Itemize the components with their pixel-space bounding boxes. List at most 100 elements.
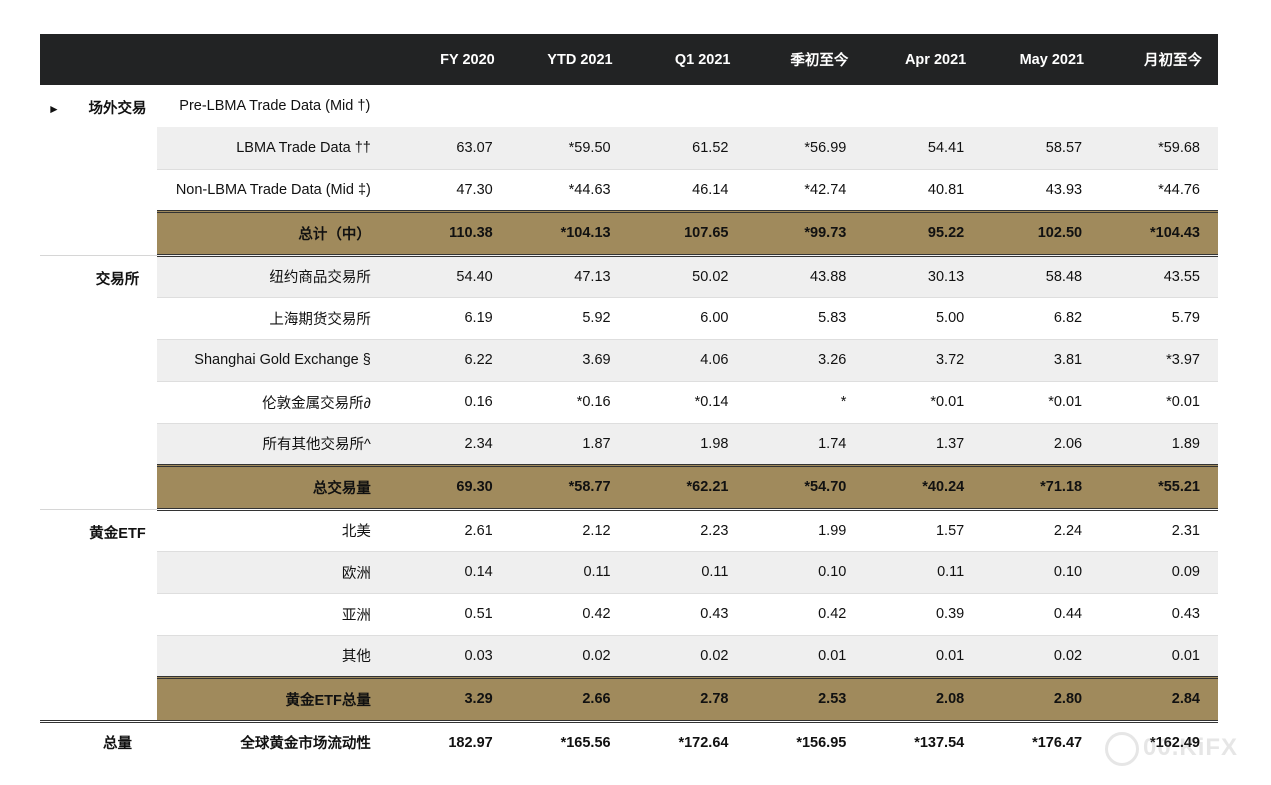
gold-liquidity-table-container: FY 2020 YTD 2021 Q1 2021 季初至今 Apr 2021 M…: [40, 34, 1218, 763]
cell: *59.68: [1100, 127, 1218, 170]
cell: *56.99: [746, 127, 865, 170]
table-row: Non-LBMA Trade Data (Mid ‡) 47.30 *44.63…: [40, 169, 1218, 211]
col-header-fy2020: FY 2020: [440, 51, 495, 68]
cell: *104.13: [510, 209, 629, 257]
cell: 0.09: [1100, 551, 1218, 594]
cell: *0.01: [1100, 381, 1218, 424]
cell: 0.11: [510, 551, 629, 594]
cell: 0.03: [392, 635, 511, 677]
cell: *44.76: [1100, 169, 1218, 211]
watermark: 00.KiFX: [1105, 730, 1255, 766]
cell: *54.70: [746, 463, 865, 511]
cell: [628, 85, 747, 127]
cell: *0.01: [982, 381, 1101, 424]
section-etf: 黄金ETF: [40, 508, 158, 721]
section-grand-total: 总量: [40, 719, 158, 763]
section-exchanges: 交易所: [40, 254, 158, 509]
cell: [982, 85, 1101, 127]
cell: 6.19: [392, 297, 511, 340]
row-label: 欧洲: [157, 551, 393, 594]
cell: 0.02: [510, 635, 629, 677]
cell: 102.50: [982, 209, 1101, 257]
cell: *3.97: [1100, 339, 1218, 382]
cell: 2.78: [628, 675, 747, 723]
cell: 2.08: [864, 675, 983, 723]
cell: 0.10: [746, 551, 865, 594]
row-label: 亚洲: [157, 593, 393, 636]
gold-liquidity-table: FY 2020 YTD 2021 Q1 2021 季初至今 Apr 2021 M…: [40, 34, 1218, 763]
cell: *: [746, 381, 865, 424]
cell: *104.43: [1100, 209, 1218, 257]
row-label: 全球黄金市场流动性: [157, 719, 393, 763]
cell: 47.13: [510, 255, 629, 298]
section-otc: ► 场外交易: [40, 85, 157, 255]
cell: 47.30: [392, 169, 511, 211]
expand-triangle-icon[interactable]: ►: [40, 102, 70, 116]
section-label: 场外交易: [88, 101, 147, 117]
row-label: 总计（中）: [157, 209, 393, 257]
cell: 30.13: [864, 255, 983, 298]
cell: 2.23: [628, 509, 747, 552]
table-row: 上海期货交易所 6.19 5.92 6.00 5.83 5.00 6.82 5.…: [40, 297, 1218, 340]
cell: 1.87: [510, 423, 629, 465]
cell: 2.66: [510, 675, 629, 723]
cell: 0.01: [864, 635, 983, 677]
cell: *0.14: [628, 381, 747, 424]
cell: 0.51: [392, 593, 511, 636]
cell: 40.81: [864, 169, 983, 211]
cell: 182.97: [392, 719, 511, 763]
cell: *42.74: [746, 169, 865, 211]
cell: *0.01: [864, 381, 983, 424]
row-label: 上海期货交易所: [157, 297, 393, 340]
row-label: 总交易量: [157, 463, 393, 511]
cell: [746, 85, 865, 127]
col-header-qtd: 季初至今: [790, 53, 849, 69]
cell: *0.16: [510, 381, 629, 424]
cell: 6.82: [982, 297, 1101, 340]
cell: 0.10: [982, 551, 1101, 594]
cell: 2.12: [510, 509, 629, 552]
cell: 43.93: [982, 169, 1101, 211]
col-header-q12021: Q1 2021: [674, 51, 731, 68]
cell: 58.57: [982, 127, 1101, 170]
row-label: LBMA Trade Data ††: [157, 127, 393, 170]
col-header-apr2021: Apr 2021: [904, 51, 967, 68]
cell: 107.65: [628, 209, 747, 257]
cell: *55.21: [1100, 463, 1218, 511]
cell: *165.56: [510, 719, 629, 763]
section-label: 交易所: [95, 271, 140, 288]
cell: 46.14: [628, 169, 747, 211]
row-label: 北美: [157, 509, 393, 552]
cell: *137.54: [864, 719, 983, 763]
row-label: Non-LBMA Trade Data (Mid ‡): [157, 169, 393, 211]
cell: 1.57: [864, 509, 983, 552]
cell: 5.79: [1100, 297, 1218, 340]
cell: 4.06: [628, 339, 747, 382]
row-label: 其他: [157, 635, 393, 677]
cell: 110.38: [392, 209, 511, 257]
row-label: Pre-LBMA Trade Data (Mid †): [157, 85, 393, 127]
cell: *44.63: [510, 169, 629, 211]
cell: 1.89: [1100, 423, 1218, 465]
cell: 50.02: [628, 255, 747, 298]
cell: 0.43: [1100, 593, 1218, 636]
cell: 0.14: [392, 551, 511, 594]
cell: 3.72: [864, 339, 983, 382]
watermark-logo-icon: [1105, 732, 1139, 766]
cell: 2.34: [392, 423, 511, 465]
cell: 0.02: [982, 635, 1101, 677]
row-label: 纽约商品交易所: [157, 255, 393, 298]
cell: 0.01: [1100, 635, 1218, 677]
cell: [1100, 85, 1218, 127]
col-header-mtd: 月初至今: [1144, 53, 1202, 69]
col-header-ytd2021: YTD 2021: [547, 51, 613, 68]
total-row: 总计（中） 110.38 *104.13 107.65 *99.73 95.22…: [40, 209, 1218, 257]
cell: *40.24: [864, 463, 983, 511]
cell: 3.29: [392, 675, 511, 723]
table-row: 亚洲 0.51 0.42 0.43 0.42 0.39 0.44 0.43: [40, 593, 1218, 636]
cell: 1.37: [864, 423, 983, 465]
cell: *59.50: [510, 127, 629, 170]
header-blank-label: [157, 34, 393, 85]
cell: 0.39: [864, 593, 983, 636]
table-row: 黄金ETF 北美 2.61 2.12 2.23 1.99 1.57 2.24 2…: [40, 508, 1218, 721]
